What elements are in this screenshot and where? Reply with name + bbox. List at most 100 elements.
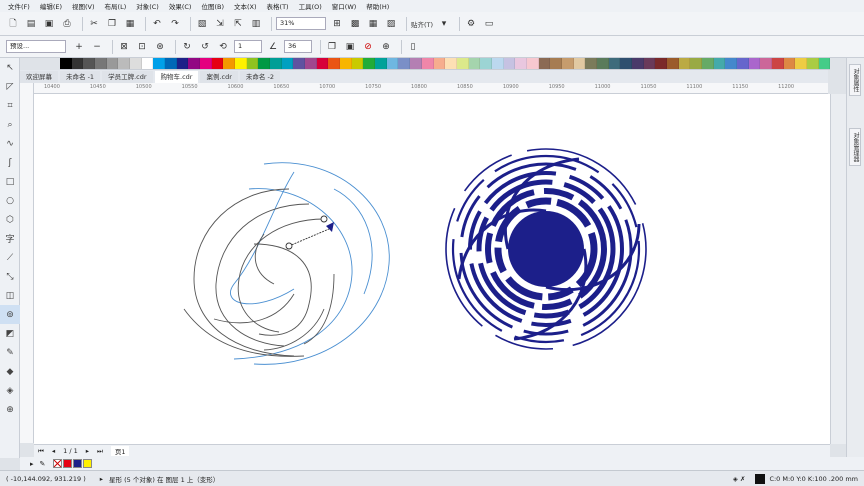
palette-swatch[interactable] [165,58,177,69]
transparency-tool-icon[interactable]: ◩ [0,324,20,343]
options-icon[interactable]: ⚙ [464,17,478,31]
menu-item[interactable]: 效果(C) [169,1,192,11]
pick-tool-icon[interactable]: ↖ [0,58,20,77]
docker-tab-object-properties[interactable]: 对象属性 [849,64,861,96]
palette-swatch[interactable] [270,58,282,69]
push-pull-distortion-icon[interactable]: ⊠ [117,40,131,54]
palette-swatch[interactable] [211,58,224,69]
palette-swatch[interactable] [736,58,749,69]
palette-swatch[interactable] [666,58,679,69]
grid-icon[interactable]: ▦ [366,17,380,31]
palette-swatch[interactable] [445,58,457,69]
document-tab[interactable]: 购物车.cdr [154,71,199,83]
full-screen-icon[interactable]: ⊞ [330,17,344,31]
export-icon[interactable]: ⇱ [231,17,245,31]
first-page-icon[interactable]: ⏮ [38,447,44,456]
palette-swatch[interactable] [503,58,516,69]
shape-tool-icon[interactable]: ◸ [0,77,20,96]
zoom-level-select[interactable]: 31% [276,17,326,30]
clear-distortion-icon[interactable]: ⊘ [361,40,375,54]
palette-swatch[interactable] [246,58,259,69]
menu-item[interactable]: 工具(O) [299,1,322,11]
palette-swatch[interactable] [725,58,737,69]
blue-swatch[interactable] [73,459,83,468]
page-tab[interactable]: 页1 [110,446,130,456]
palette-swatch[interactable] [480,58,492,69]
zipper-distortion-icon[interactable]: ⊡ [135,40,149,54]
connector-tool-icon[interactable]: ⤡ [0,267,20,286]
palette-swatch[interactable] [106,58,119,69]
freehand-tool-icon[interactable]: ∿ [0,134,20,153]
palette-swatch[interactable] [258,58,271,69]
palette-swatch[interactable] [316,58,329,69]
copy-icon[interactable]: ❐ [105,17,119,31]
application-launcher-icon[interactable]: ▭ [482,17,496,31]
document-tab[interactable]: 欢迎屏幕 [20,71,58,83]
menu-item[interactable]: 文本(X) [234,1,257,11]
palette-swatch[interactable] [351,58,364,69]
menu-item[interactable]: 表格(T) [267,1,289,11]
palette-swatch[interactable] [130,58,142,69]
distort-tool-icon[interactable]: ⊚ [0,305,20,324]
palette-swatch[interactable] [200,58,212,69]
twister-distortion-icon[interactable]: ⊛ [153,40,167,54]
palette-swatch[interactable] [421,58,434,69]
copy-distortion-icon[interactable]: ❐ [325,40,339,54]
palette-swatch[interactable] [141,58,154,69]
palette-swatch[interactable] [631,58,644,69]
save-icon[interactable]: ▣ [42,17,56,31]
drop-shadow-tool-icon[interactable]: ◫ [0,286,20,305]
zoom-tool-icon[interactable]: ⌕ [0,115,20,134]
menu-item[interactable]: 窗口(W) [332,1,357,11]
palette-swatch[interactable] [235,58,247,69]
add-preset-icon[interactable]: + [72,40,86,54]
palette-swatch[interactable] [678,58,691,69]
lock-icon[interactable]: ▯ [406,40,420,54]
menu-item[interactable]: 布局(L) [105,1,127,11]
ellipse-tool-icon[interactable]: ○ [0,191,20,210]
document-tab[interactable]: 未命名 -2 [239,71,280,83]
undo-icon[interactable]: ↶ [150,17,164,31]
palette-swatch[interactable] [363,58,376,69]
menu-item[interactable]: 帮助(H) [366,1,389,11]
palette-swatch[interactable] [176,58,189,69]
palette-swatch[interactable] [550,58,562,69]
import-icon[interactable]: ⇲ [213,17,227,31]
palette-swatch[interactable] [340,58,352,69]
prev-page-icon[interactable]: ◂ [52,447,55,455]
complete-rotations-field[interactable]: 1 [234,40,262,53]
palette-swatch[interactable] [585,58,597,69]
palette-swatch[interactable] [95,58,107,69]
eyedropper-tool-icon[interactable]: ✎ [0,343,20,362]
remove-preset-icon[interactable]: − [90,40,104,54]
rulers-icon[interactable]: ▩ [348,17,362,31]
palette-swatch[interactable] [456,58,469,69]
palette-swatch[interactable] [573,58,586,69]
additional-degrees-field[interactable]: 36 [284,40,312,53]
palette-swatch[interactable] [783,58,796,69]
paste-icon[interactable]: ▦ [123,17,137,31]
crop-tool-icon[interactable]: ⌗ [0,96,20,115]
artistic-media-icon[interactable]: ʃ [0,153,20,172]
palette-swatch[interactable] [60,58,72,69]
polygon-tool-icon[interactable]: ⬡ [0,210,20,229]
palette-swatch[interactable] [620,58,632,69]
drawing-canvas[interactable] [34,94,830,444]
publish-pdf-icon[interactable]: ▥ [249,17,263,31]
palette-swatch[interactable] [515,58,527,69]
palette-swatch[interactable] [818,58,831,69]
palette-swatch[interactable] [386,58,399,69]
menu-item[interactable]: 对象(C) [136,1,159,11]
palette-swatch[interactable] [328,58,341,69]
red-swatch[interactable] [63,459,73,468]
palette-swatch[interactable] [760,58,772,69]
palette-swatch[interactable] [655,58,667,69]
palette-swatch[interactable] [293,58,306,69]
smart-fill-icon[interactable]: ◈ [0,381,20,400]
menu-item[interactable]: 位图(B) [201,1,224,11]
cut-icon[interactable]: ✂ [87,17,101,31]
docker-tab-object-manager[interactable]: 对象管理器 [849,128,861,166]
palette-swatch[interactable] [491,58,504,69]
rectangle-tool-icon[interactable]: □ [0,172,20,191]
eyedropper-icon[interactable]: ✎ [40,460,46,468]
